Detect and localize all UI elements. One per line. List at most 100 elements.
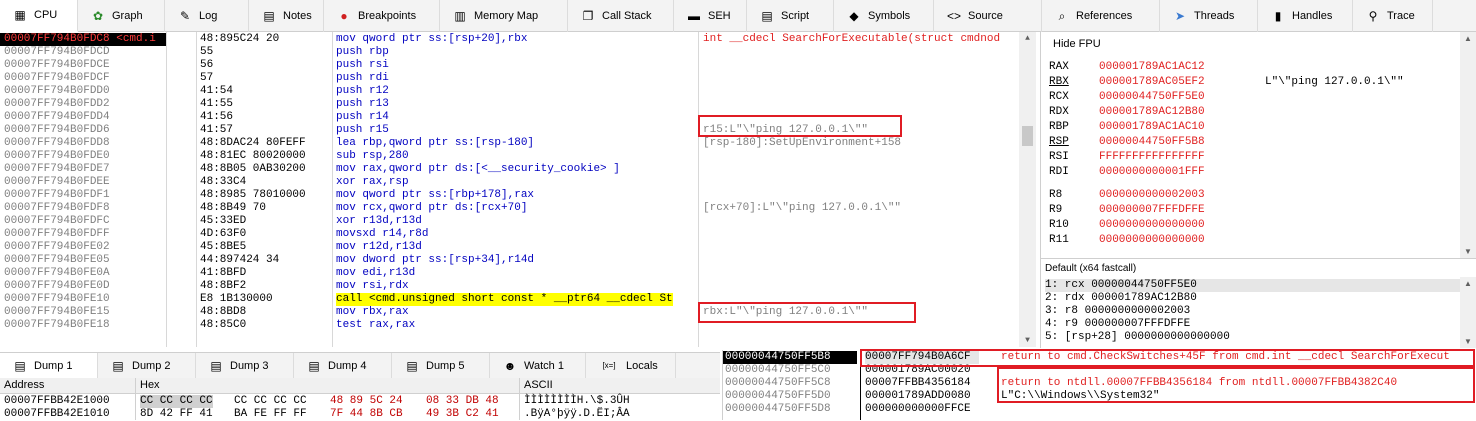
disasm-row[interactable]: 00007FF794B0FDD2 41:55 push r13 — [0, 98, 1018, 111]
disasm-row[interactable]: 00007FF794B0FDFC 45:33ED xor r13d,r13d — [0, 215, 1018, 228]
tab-notes[interactable]: ▤ Notes — [249, 0, 324, 32]
tab-symbols[interactable]: ◆ Symbols — [834, 0, 934, 32]
tab-seh[interactable]: ▬ SEH — [674, 0, 747, 32]
scrollbar-thumb[interactable] — [1022, 126, 1033, 146]
disassembly-scrollbar[interactable]: ▲ ▼ — [1019, 32, 1036, 347]
disassembly-view[interactable]: 00007FF794B0FDC8 <cmd.i 48:895C24 20 mov q… — [0, 32, 1040, 347]
register-value[interactable]: 000001789AC05EF2 — [1099, 75, 1205, 90]
tab-breakpoints[interactable]: ● Breakpoints — [324, 0, 440, 32]
disasm-row[interactable]: 00007FF794B0FDE7 48:8B05 0AB30200 mov rax,… — [0, 163, 1018, 176]
register-row-rbx[interactable]: RBX 000001789AC05EF2 L"\"ping 127.0.0.1\"" — [1049, 75, 1459, 90]
tab-references[interactable]: ⌕ References — [1042, 0, 1160, 32]
register-value[interactable]: 000001789AC1AC10 — [1099, 120, 1205, 135]
tab-script[interactable]: ▤ Script — [747, 0, 834, 32]
argument-row[interactable]: 3: r8 0000000000002003 — [1045, 305, 1465, 318]
disasm-row[interactable]: 00007FF794B0FE02 45:8BE5 mov r12d,r13d — [0, 241, 1018, 254]
argument-row[interactable]: 1: rcx 00000044750FF5E0 — [1045, 279, 1465, 292]
register-value[interactable]: FFFFFFFFFFFFFFFF — [1099, 150, 1205, 165]
register-row-r10[interactable]: R10 0000000000000000 — [1049, 218, 1459, 233]
tab-dump-2[interactable]: ▤ Dump 2 — [98, 353, 196, 379]
instruction-text: mov rax,qword ptr ds:[<__security_cookie… — [336, 163, 620, 175]
register-value[interactable]: 0000000000000000 — [1099, 233, 1205, 248]
register-value[interactable]: 00000044750FF5E0 — [1099, 90, 1205, 105]
disasm-row[interactable]: 00007FF794B0FDC8 <cmd.i 48:895C24 20 mov q… — [0, 33, 1018, 46]
tab-watch-1[interactable]: ☻ Watch 1 — [490, 353, 586, 379]
disasm-row[interactable]: 00007FF794B0FDD8 48:8DAC24 80FEFF lea rbp,… — [0, 137, 1018, 150]
stack-row[interactable]: 00000044750FF5D8 000000000000FFCE — [723, 403, 1476, 416]
register-value[interactable]: 0000000000000000 — [1099, 218, 1205, 233]
register-row-rsp[interactable]: RSP 00000044750FF5B8 — [1049, 135, 1459, 150]
instruction-text: call <cmd.unsigned short const * __ptr64… — [336, 293, 673, 306]
disasm-row[interactable]: 00007FF794B0FDEE 48:33C4 xor rax,rsp — [0, 176, 1018, 189]
tab-handles[interactable]: ▮ Handles — [1258, 0, 1353, 32]
tab-dump-3[interactable]: ▤ Dump 3 — [196, 353, 294, 379]
call-stack-icon: ❐ — [582, 9, 594, 23]
address-column-header[interactable]: Address — [4, 379, 44, 391]
tab-memory-map[interactable]: ▥ Memory Map — [440, 0, 568, 32]
argument-row[interactable]: 2: rdx 000001789AC12B80 — [1045, 292, 1465, 305]
dump-icon: ▤ — [112, 359, 124, 373]
instruction-address: 00007FF794B0FE18 — [4, 319, 110, 331]
tab-dump-1[interactable]: ▤ Dump 1 — [0, 353, 98, 379]
register-value[interactable]: 000000007FFFDFFE — [1099, 203, 1205, 218]
argument-row[interactable]: 5: [rsp+28] 0000000000000000 — [1045, 331, 1465, 344]
disasm-row[interactable]: 00007FF794B0FDCE 56 push rsi — [0, 59, 1018, 72]
tab-log[interactable]: ✎ Log — [165, 0, 249, 32]
registers-scrollbar[interactable]: ▲ ▼ — [1460, 32, 1476, 258]
disasm-row[interactable]: 00007FF794B0FDF8 48:8B49 70 mov rcx,qword … — [0, 202, 1018, 215]
register-row-rdi[interactable]: RDI 0000000000001FFF — [1049, 165, 1459, 180]
register-row-rsi[interactable]: RSI FFFFFFFFFFFFFFFF — [1049, 150, 1459, 165]
disasm-row[interactable]: 00007FF794B0FDF1 48:8985 78010000 mov qwor… — [0, 189, 1018, 202]
hex-column-header[interactable]: Hex — [140, 379, 160, 391]
hide-fpu-button[interactable]: Hide FPU — [1053, 38, 1101, 50]
instruction-bytes: 48:895C24 20 — [200, 33, 280, 45]
disasm-row[interactable]: 00007FF794B0FE0A 41:8BFD mov edi,r13d — [0, 267, 1018, 280]
tab-graph[interactable]: ✿ Graph — [78, 0, 165, 32]
register-row-rax[interactable]: RAX 000001789AC1AC12 — [1049, 60, 1459, 75]
stack-view[interactable]: 00000044750FF5B8 00007FF794B0A6CF return t… — [722, 349, 1476, 420]
arguments-scrollbar[interactable]: ▲ ▼ — [1460, 277, 1476, 348]
tab-label: Source — [968, 10, 1003, 22]
register-row-r8[interactable]: R8 0000000000002003 — [1049, 188, 1459, 203]
tab-dump-4[interactable]: ▤ Dump 4 — [294, 353, 392, 379]
stack-value: 000001789ADD0080 — [865, 390, 971, 402]
register-row-r11[interactable]: R11 0000000000000000 — [1049, 233, 1459, 248]
tab-call-stack[interactable]: ❐ Call Stack — [568, 0, 674, 32]
tab-threads[interactable]: ➤ Threads — [1160, 0, 1258, 32]
register-row-r9[interactable]: R9 000000007FFFDFFE — [1049, 203, 1459, 218]
tab-trace[interactable]: ⚲ Trace — [1353, 0, 1433, 32]
disasm-row[interactable]: 00007FF794B0FDCF 57 push rdi — [0, 72, 1018, 85]
ascii-column-header[interactable]: ASCII — [524, 379, 553, 391]
tab-cpu[interactable]: ▦ CPU — [0, 0, 78, 32]
tab-locals[interactable]: [x=] Locals — [586, 353, 676, 379]
instruction-address: 00007FF794B0FE02 — [4, 241, 110, 253]
dump-view[interactable]: Address Hex ASCII 00007FFBB42E1000 CC CC … — [0, 378, 720, 420]
disasm-row[interactable]: 00007FF794B0FDE0 48:81EC 80020000 sub rsp,… — [0, 150, 1018, 163]
dump-row[interactable]: 00007FFBB42E1010 8D 42 FF 41 BA FE FF FF 7F… — [0, 408, 720, 421]
register-value[interactable]: 0000000000001FFF — [1099, 165, 1205, 180]
instruction-text: push r13 — [336, 98, 389, 110]
disasm-row[interactable]: 00007FF794B0FDFF 4D:63F0 movsxd r14,r8d — [0, 228, 1018, 241]
register-name: RDI — [1049, 166, 1069, 178]
instruction-bytes: 41:57 — [200, 124, 234, 136]
register-value[interactable]: 000001789AC12B80 — [1099, 105, 1205, 120]
calling-convention-label[interactable]: Default (x64 fastcall) — [1045, 261, 1136, 277]
instruction-comment: int __cdecl SearchForExecutable(struct c… — [703, 33, 1001, 45]
register-value[interactable]: 0000000000002003 — [1099, 188, 1205, 203]
tab-dump-5[interactable]: ▤ Dump 5 — [392, 353, 490, 379]
register-row-rbp[interactable]: RBP 000001789AC1AC10 — [1049, 120, 1459, 135]
stack-address: 00000044750FF5D8 — [725, 403, 831, 415]
watch-icon: ☻ — [503, 359, 517, 373]
disasm-row[interactable]: 00007FF794B0FE0D 48:8BF2 mov rsi,rdx — [0, 280, 1018, 293]
register-value[interactable]: 000001789AC1AC12 — [1099, 60, 1205, 75]
disasm-row[interactable]: 00007FF794B0FDD0 41:54 push r12 — [0, 85, 1018, 98]
argument-row[interactable]: 4: r9 000000007FFFDFFE — [1045, 318, 1465, 331]
register-row-rcx[interactable]: RCX 00000044750FF5E0 — [1049, 90, 1459, 105]
register-value[interactable]: 00000044750FF5B8 — [1099, 135, 1205, 150]
disasm-row[interactable]: 00007FF794B0FDCD 55 push rbp — [0, 46, 1018, 59]
tab-source[interactable]: <> Source — [934, 0, 1042, 32]
register-row-rdx[interactable]: RDX 000001789AC12B80 — [1049, 105, 1459, 120]
tab-label: CPU — [34, 9, 58, 21]
disasm-row[interactable]: 00007FF794B0FE05 44:897424 34 mov dword pt… — [0, 254, 1018, 267]
dump-row[interactable]: 00007FFBB42E1000 CC CC CC CC CC CC CC CC 48… — [0, 395, 720, 408]
